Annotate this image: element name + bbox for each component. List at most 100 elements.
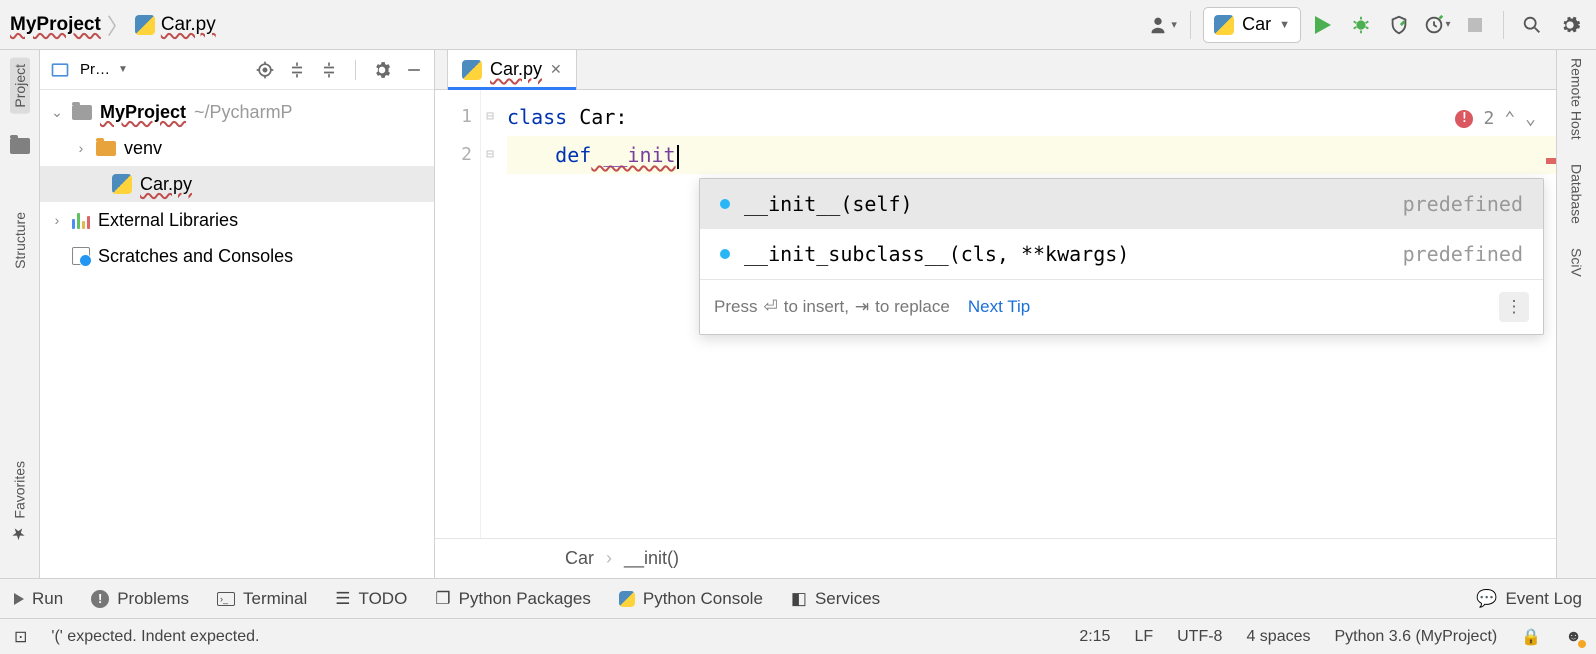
fold-icon[interactable]: ⊟ bbox=[481, 136, 499, 174]
file-encoding[interactable]: UTF-8 bbox=[1177, 628, 1222, 646]
tree-root[interactable]: ⌄ MyProject ~/PycharmP bbox=[40, 94, 434, 130]
run-configuration-selector[interactable]: Car ▼ bbox=[1203, 7, 1301, 43]
completion-item[interactable]: __init_subclass__(cls, **kwargs) predefi… bbox=[700, 229, 1543, 279]
editor-tab[interactable]: Car.py ✕ bbox=[447, 49, 577, 89]
locate-icon[interactable] bbox=[253, 58, 277, 82]
settings-button[interactable] bbox=[1554, 9, 1586, 41]
editor-body[interactable]: 1 2 ⊟ ⊟ class Car: def __init ! 2 ⌃ ⌄ bbox=[435, 90, 1556, 538]
error-icon: ! bbox=[1455, 110, 1473, 128]
rail-label: Database bbox=[1569, 164, 1585, 224]
vcs-user-icon[interactable]: ▾ bbox=[1146, 9, 1178, 41]
separator bbox=[1503, 11, 1504, 39]
code-text: Car: bbox=[567, 105, 627, 129]
tree-scratches[interactable]: › Scratches and Consoles bbox=[40, 238, 434, 274]
error-stripe[interactable] bbox=[1546, 158, 1556, 164]
hide-icon[interactable] bbox=[402, 58, 426, 82]
breadcrumb[interactable]: MyProject 〉 Car.py bbox=[10, 9, 216, 41]
services-tool-tab[interactable]: ◧Services bbox=[791, 589, 880, 609]
profile-button[interactable]: ▾ bbox=[1421, 9, 1453, 41]
readonly-lock-icon[interactable]: 🔒 bbox=[1521, 627, 1541, 647]
event-log-tool-tab[interactable]: 💬 Event Log bbox=[1476, 589, 1582, 609]
code-line[interactable]: class Car: bbox=[507, 98, 1556, 136]
expand-all-icon[interactable] bbox=[285, 58, 309, 82]
expand-arrow-icon[interactable]: ⌄ bbox=[50, 104, 64, 121]
tree-label: Car.py bbox=[140, 174, 192, 195]
indent-setting[interactable]: 4 spaces bbox=[1246, 628, 1310, 646]
bottom-tool-strip: Run !Problems ›_Terminal ☰TODO ❐Python P… bbox=[0, 578, 1596, 618]
code-area[interactable]: class Car: def __init ! 2 ⌃ ⌄ __init__(s… bbox=[499, 90, 1556, 538]
tab-key-icon: ⇥ bbox=[855, 288, 869, 326]
fold-gutter[interactable]: ⊟ ⊟ bbox=[481, 90, 499, 538]
toggle-toolwindows-icon[interactable]: ⊡ bbox=[14, 627, 27, 647]
remote-host-tool-tab[interactable]: Remote Host bbox=[1569, 58, 1585, 140]
next-tip-link[interactable]: Next Tip bbox=[968, 288, 1030, 326]
gear-icon[interactable] bbox=[370, 58, 394, 82]
stop-button[interactable] bbox=[1459, 9, 1491, 41]
more-options-icon[interactable]: ⋮ bbox=[1499, 292, 1529, 322]
collapse-all-icon[interactable] bbox=[317, 58, 341, 82]
project-view-icon[interactable] bbox=[48, 58, 72, 82]
coverage-button[interactable] bbox=[1383, 9, 1415, 41]
todo-tool-tab[interactable]: ☰TODO bbox=[335, 589, 407, 609]
close-tab-icon[interactable]: ✕ bbox=[550, 61, 562, 78]
expand-arrow-icon[interactable]: › bbox=[74, 140, 88, 156]
chevron-down-icon[interactable]: ▼ bbox=[118, 64, 128, 75]
caret-position[interactable]: 2:15 bbox=[1079, 628, 1110, 646]
terminal-icon: ›_ bbox=[217, 592, 235, 606]
hint-text: to insert, bbox=[784, 288, 849, 326]
rail-label: SciV bbox=[1569, 248, 1585, 277]
editor-tab-label: Car.py bbox=[490, 59, 542, 80]
prev-error-icon[interactable]: ⌃ bbox=[1504, 100, 1515, 138]
label: Python Console bbox=[643, 589, 763, 609]
next-error-icon[interactable]: ⌄ bbox=[1525, 100, 1536, 138]
completion-text: __init__(self) bbox=[744, 185, 1389, 223]
search-everywhere-button[interactable] bbox=[1516, 9, 1548, 41]
tree-label: MyProject bbox=[100, 102, 186, 123]
run-tool-tab[interactable]: Run bbox=[14, 589, 63, 609]
fold-icon[interactable]: ⊟ bbox=[481, 98, 499, 136]
enter-key-icon: ⏎ bbox=[763, 288, 777, 326]
label: Problems bbox=[117, 589, 189, 609]
interpreter[interactable]: Python 3.6 (MyProject) bbox=[1335, 628, 1498, 646]
tree-item-venv[interactable]: › venv bbox=[40, 130, 434, 166]
folder-icon[interactable] bbox=[10, 138, 30, 154]
debug-button[interactable] bbox=[1345, 9, 1377, 41]
breadcrumb-file[interactable]: Car.py bbox=[135, 14, 216, 36]
terminal-tool-tab[interactable]: ›_Terminal bbox=[217, 589, 307, 609]
breadcrumb-project[interactable]: MyProject bbox=[10, 14, 101, 36]
python-packages-tool-tab[interactable]: ❐Python Packages bbox=[435, 589, 591, 609]
line-gutter[interactable]: 1 2 bbox=[435, 90, 481, 538]
folder-icon bbox=[96, 141, 116, 156]
problems-tool-tab[interactable]: !Problems bbox=[91, 589, 189, 609]
project-pane-title: Pr… bbox=[80, 61, 110, 78]
services-icon: ◧ bbox=[791, 589, 807, 609]
editor-breadcrumbs[interactable]: Car › __init() bbox=[435, 538, 1556, 578]
line-separator[interactable]: LF bbox=[1134, 628, 1153, 646]
breadcrumb-file-label: Car.py bbox=[161, 14, 216, 36]
completion-popup: __init__(self) predefined __init_subclas… bbox=[699, 178, 1544, 335]
tree-external-libraries[interactable]: › External Libraries bbox=[40, 202, 434, 238]
project-tree[interactable]: ⌄ MyProject ~/PycharmP › venv Car.py › E… bbox=[40, 90, 434, 578]
run-button[interactable] bbox=[1307, 9, 1339, 41]
python-console-tool-tab[interactable]: Python Console bbox=[619, 589, 763, 609]
ide-issues-icon[interactable]: ☻ bbox=[1565, 628, 1582, 646]
tree-item-file[interactable]: Car.py bbox=[40, 166, 434, 202]
expand-arrow-icon[interactable]: › bbox=[50, 212, 64, 228]
structure-tool-tab[interactable]: Structure bbox=[12, 212, 28, 269]
inspection-widget[interactable]: ! 2 ⌃ ⌄ bbox=[1455, 100, 1536, 138]
favorites-tool-tab[interactable]: ★Favorites bbox=[10, 461, 29, 544]
folder-icon bbox=[72, 105, 92, 120]
python-file-icon bbox=[135, 15, 155, 35]
project-tool-tab[interactable]: Project bbox=[10, 58, 30, 114]
event-log-icon: 💬 bbox=[1476, 589, 1497, 609]
right-tool-rail: Remote Host Database SciV bbox=[1556, 50, 1596, 578]
label: Event Log bbox=[1505, 589, 1582, 609]
crumb-item[interactable]: Car bbox=[565, 548, 594, 569]
text-cursor bbox=[677, 145, 679, 169]
sciview-tool-tab[interactable]: SciV bbox=[1569, 248, 1585, 277]
database-tool-tab[interactable]: Database bbox=[1569, 164, 1585, 224]
completion-footer: Press ⏎ to insert, ⇥ to replace Next Tip… bbox=[700, 279, 1543, 334]
code-line[interactable]: def __init bbox=[507, 136, 1556, 174]
completion-item[interactable]: __init__(self) predefined bbox=[700, 179, 1543, 229]
crumb-item[interactable]: __init() bbox=[624, 548, 679, 569]
